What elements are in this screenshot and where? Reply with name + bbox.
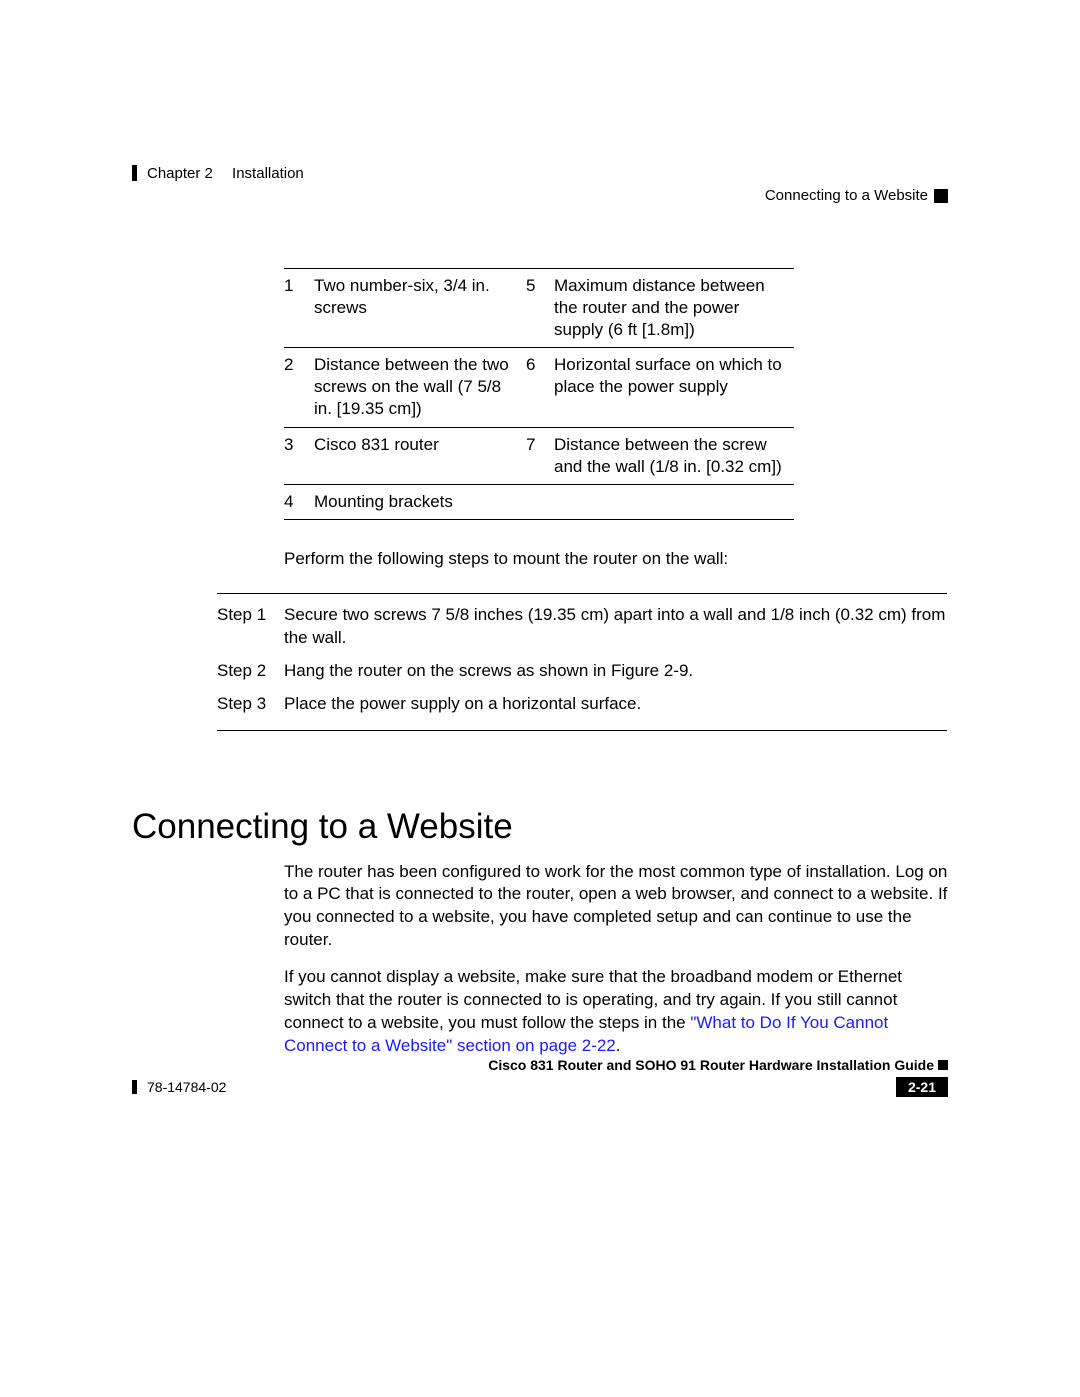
intro-paragraph: Perform the following steps to mount the… bbox=[284, 548, 948, 571]
step-row: Step 1 Secure two screws 7 5/8 inches (1… bbox=[217, 604, 948, 650]
table-row: 1 Two number-six, 3/4 in. screws 5 Maxim… bbox=[284, 269, 794, 348]
cell bbox=[554, 484, 794, 519]
cell: Mounting brackets bbox=[314, 484, 526, 519]
document-number: 78-14784-02 bbox=[132, 1080, 226, 1094]
page-number: 2-21 bbox=[896, 1077, 948, 1097]
text: . bbox=[616, 1036, 621, 1055]
cell: 7 bbox=[526, 427, 554, 484]
cell: 1 bbox=[284, 269, 314, 348]
cell: Two number-six, 3/4 in. screws bbox=[314, 269, 526, 348]
cell: Distance between the two screws on the w… bbox=[314, 348, 526, 427]
step-text: Place the power supply on a horizontal s… bbox=[284, 693, 948, 716]
step-text: Secure two screws 7 5/8 inches (19.35 cm… bbox=[284, 604, 948, 650]
cell: Distance between the screw and the wall … bbox=[554, 427, 794, 484]
cell: Horizontal surface on which to place the… bbox=[554, 348, 794, 427]
step-text: Hang the router on the screws as shown i… bbox=[284, 660, 948, 683]
table-row: 3 Cisco 831 router 7 Distance between th… bbox=[284, 427, 794, 484]
section-name: Connecting to a Website bbox=[765, 187, 928, 204]
cell: 6 bbox=[526, 348, 554, 427]
cell: Cisco 831 router bbox=[314, 427, 526, 484]
cell bbox=[526, 484, 554, 519]
footer-line: 78-14784-02 2-21 bbox=[132, 1077, 948, 1097]
page-footer: Cisco 831 Router and SOHO 91 Router Hard… bbox=[132, 1057, 948, 1097]
footer-title: Cisco 831 Router and SOHO 91 Router Hard… bbox=[132, 1057, 948, 1073]
parts-table: 1 Two number-six, 3/4 in. screws 5 Maxim… bbox=[284, 268, 794, 520]
section-indicator: Connecting to a Website bbox=[765, 187, 948, 204]
steps-block: Step 1 Secure two screws 7 5/8 inches (1… bbox=[217, 593, 948, 731]
section-heading: Connecting to a Website bbox=[132, 807, 948, 847]
cell: 5 bbox=[526, 269, 554, 348]
cell: 2 bbox=[284, 348, 314, 427]
chapter-number: Chapter 2 bbox=[147, 165, 213, 182]
step-row: Step 2 Hang the router on the screws as … bbox=[217, 660, 948, 683]
document-title: Cisco 831 Router and SOHO 91 Router Hard… bbox=[488, 1057, 934, 1073]
body-paragraph: The router has been configured to work f… bbox=[284, 861, 948, 953]
cell: 3 bbox=[284, 427, 314, 484]
step-label: Step 3 bbox=[217, 693, 284, 716]
table-row: 2 Distance between the two screws on the… bbox=[284, 348, 794, 427]
content-area: 1 Two number-six, 3/4 in. screws 5 Maxim… bbox=[132, 268, 948, 1072]
breadcrumb: Chapter 2 Installation bbox=[132, 165, 304, 181]
divider bbox=[217, 730, 947, 731]
marker-icon bbox=[938, 1060, 948, 1070]
chapter-title: Installation bbox=[232, 165, 304, 182]
divider bbox=[217, 593, 947, 594]
step-row: Step 3 Place the power supply on a horiz… bbox=[217, 693, 948, 716]
marker-icon bbox=[934, 189, 948, 203]
body-paragraph: If you cannot display a website, make su… bbox=[284, 966, 948, 1058]
cell: 4 bbox=[284, 484, 314, 519]
cell: Maximum distance between the router and … bbox=[554, 269, 794, 348]
step-label: Step 1 bbox=[217, 604, 284, 650]
page: Chapter 2 Installation Connecting to a W… bbox=[0, 0, 1080, 1397]
step-label: Step 2 bbox=[217, 660, 284, 683]
table-row: 4 Mounting brackets bbox=[284, 484, 794, 519]
